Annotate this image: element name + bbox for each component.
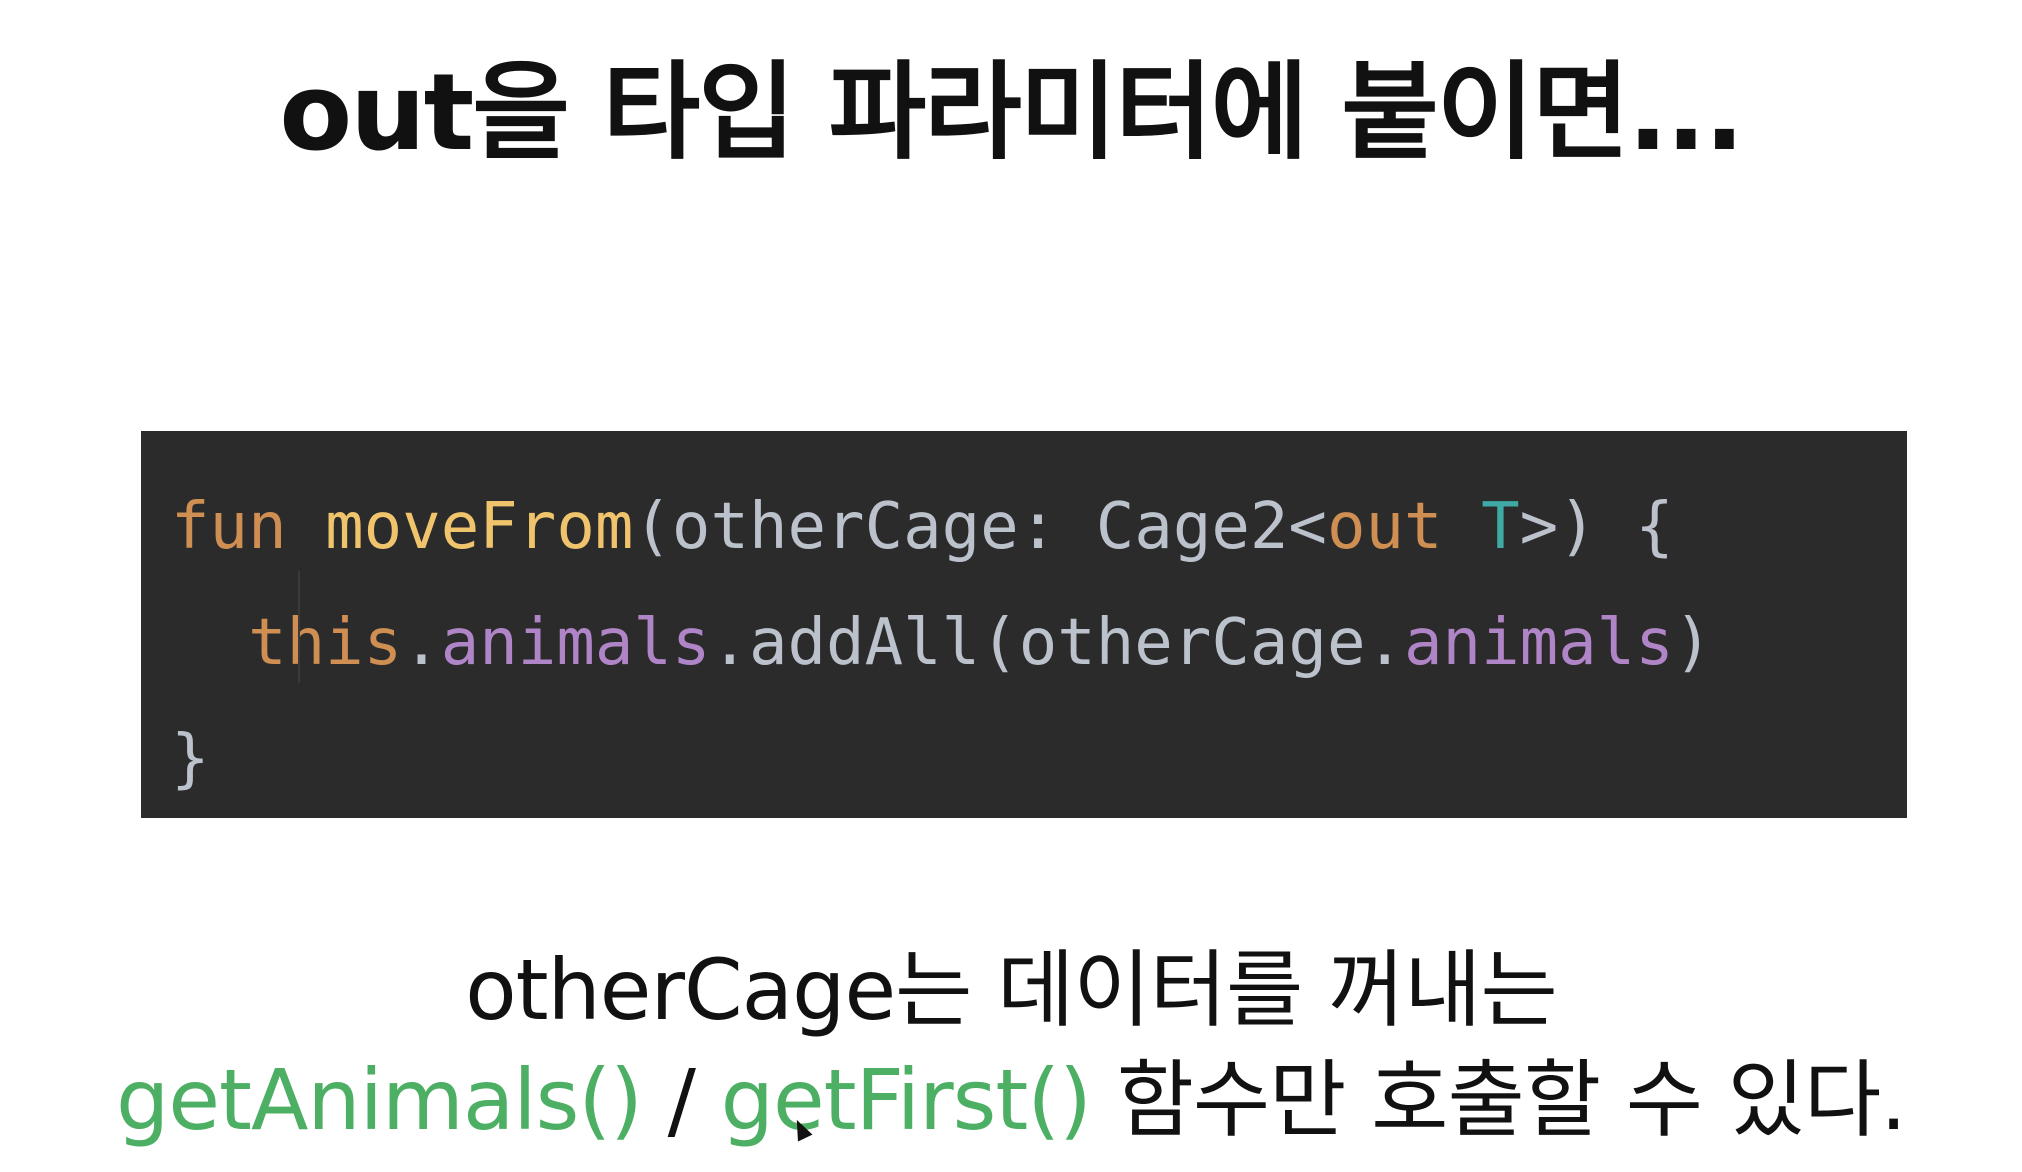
code-line-2: this.animals.addAll(otherCage.animals): [171, 585, 1907, 701]
call-close: ): [1673, 606, 1713, 680]
code-line-1: fun moveFrom(otherCage: Cage2<out T>) {: [171, 469, 1907, 585]
closing-brace: }: [171, 722, 210, 796]
code-line-3: }: [171, 701, 1907, 817]
caption-rest: 함수만 호출할 수 있다.: [1090, 1051, 1907, 1149]
params-close: >) {: [1519, 490, 1674, 564]
caption-separator: /: [641, 1051, 721, 1149]
type-parameter: T: [1481, 490, 1520, 564]
indent-guide: [298, 571, 300, 683]
function-name: moveFrom: [325, 490, 634, 564]
slide-title: out을 타입 파라미터에 붙이면...: [279, 51, 1744, 174]
code-block: fun moveFrom(otherCage: Cage2<out T>) { …: [141, 431, 1907, 818]
caption-line-1: otherCage는 데이터를 꺼내는: [465, 941, 1558, 1039]
property-animals: animals: [1404, 606, 1674, 680]
caption-function-get-first: getFirst(): [720, 1051, 1092, 1149]
keyword-this: this: [248, 606, 403, 680]
caption-function-get-animals: getAnimals(): [116, 1051, 643, 1149]
keyword-out: out: [1326, 490, 1443, 564]
code-dot: .: [402, 606, 441, 680]
property-animals: animals: [440, 606, 711, 680]
params-open: (otherCage: Cage2<: [633, 490, 1327, 564]
keyword-fun: fun: [171, 490, 287, 564]
caption-line-2: getAnimals() / getFirst() 함수만 호출할 수 있다.: [0, 1045, 2022, 1155]
method-call: .addAll(otherCage.: [710, 606, 1404, 680]
